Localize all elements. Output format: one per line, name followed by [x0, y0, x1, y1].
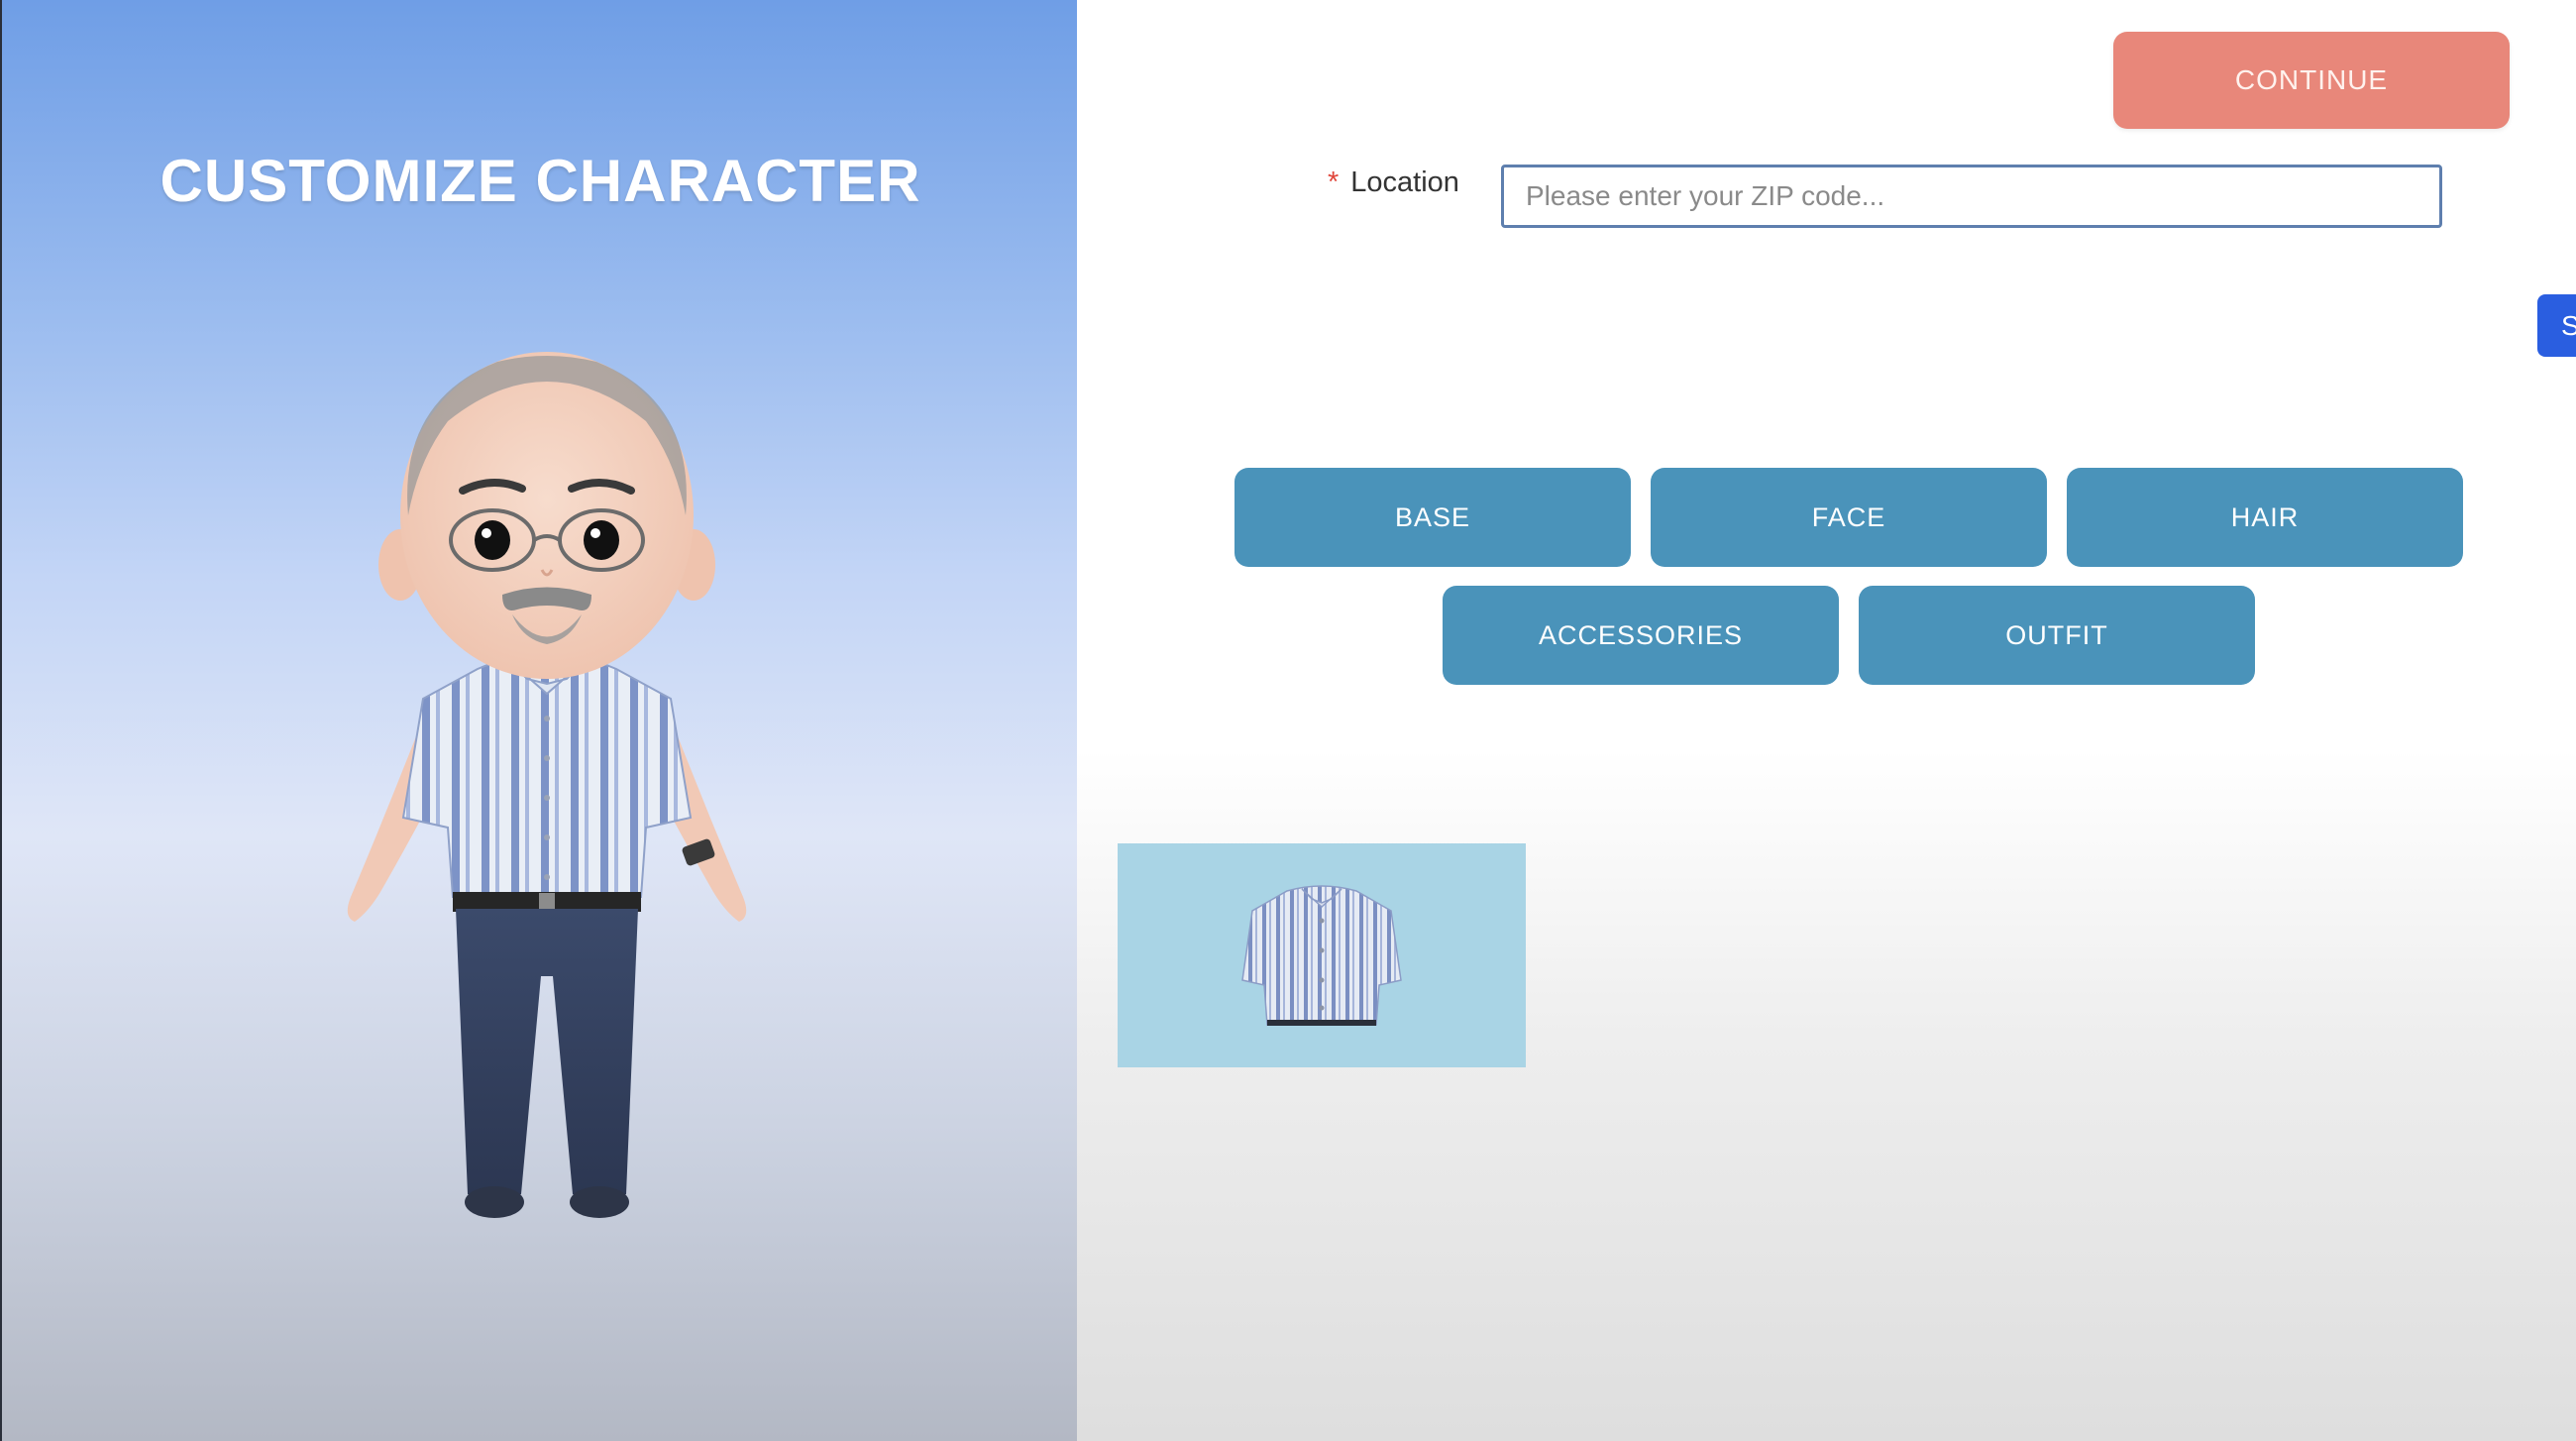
- required-mark: *: [1328, 166, 1340, 198]
- page-title: CUSTOMIZE CHARACTER: [160, 148, 921, 214]
- location-label-text: Location: [1350, 166, 1459, 198]
- continue-button[interactable]: CONTINUE: [2113, 32, 2510, 129]
- character-avatar[interactable]: [329, 342, 765, 1254]
- tab-face[interactable]: FACE: [1651, 468, 2047, 567]
- tab-base[interactable]: BASE: [1234, 468, 1631, 567]
- location-label: * Location: [1328, 166, 1459, 206]
- tab-hair[interactable]: HAIR: [2067, 468, 2463, 567]
- character-preview-panel: CUSTOMIZE CHARACTER: [0, 0, 1077, 1441]
- side-tab-button[interactable]: S: [2537, 294, 2576, 357]
- striped-shirt-icon: [1241, 885, 1402, 1026]
- tab-outfit[interactable]: OUTFIT: [1859, 586, 2255, 685]
- zip-code-input[interactable]: [1501, 165, 2442, 228]
- outfit-item-tile[interactable]: [1118, 843, 1526, 1067]
- tab-accessories[interactable]: ACCESSORIES: [1443, 586, 1839, 685]
